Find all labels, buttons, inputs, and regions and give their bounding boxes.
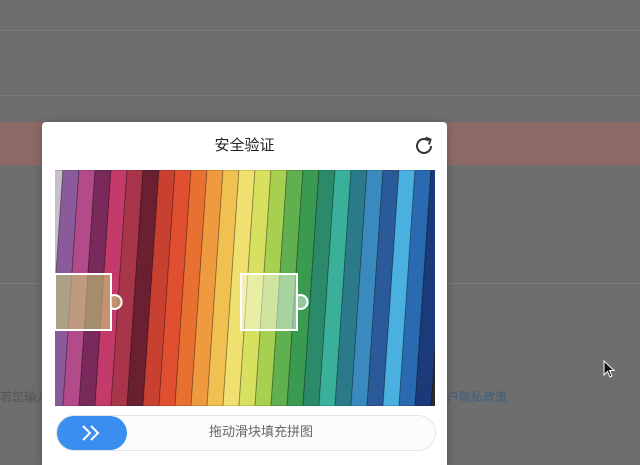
puzzle-target-slot xyxy=(240,273,309,331)
background-divider xyxy=(0,30,640,31)
slider-handle[interactable] xyxy=(57,416,127,450)
mouse-cursor-icon xyxy=(603,360,615,378)
privacy-policy-link[interactable]: 户隐私政策 xyxy=(447,388,507,405)
dialog-title: 安全验证 xyxy=(214,136,275,154)
colored-pencils-image xyxy=(55,170,435,406)
puzzle-piece xyxy=(55,273,123,331)
refresh-icon[interactable] xyxy=(412,134,436,158)
background-divider xyxy=(0,95,640,96)
slider-track[interactable]: 拖动滑块填充拼图 xyxy=(56,415,436,451)
security-verification-dialog: 安全验证 拖动滑块填充拼图 xyxy=(42,122,447,465)
double-chevron-right-icon xyxy=(82,425,100,441)
puzzle-image xyxy=(55,170,435,406)
background-text: 若您输入 xyxy=(0,390,49,404)
